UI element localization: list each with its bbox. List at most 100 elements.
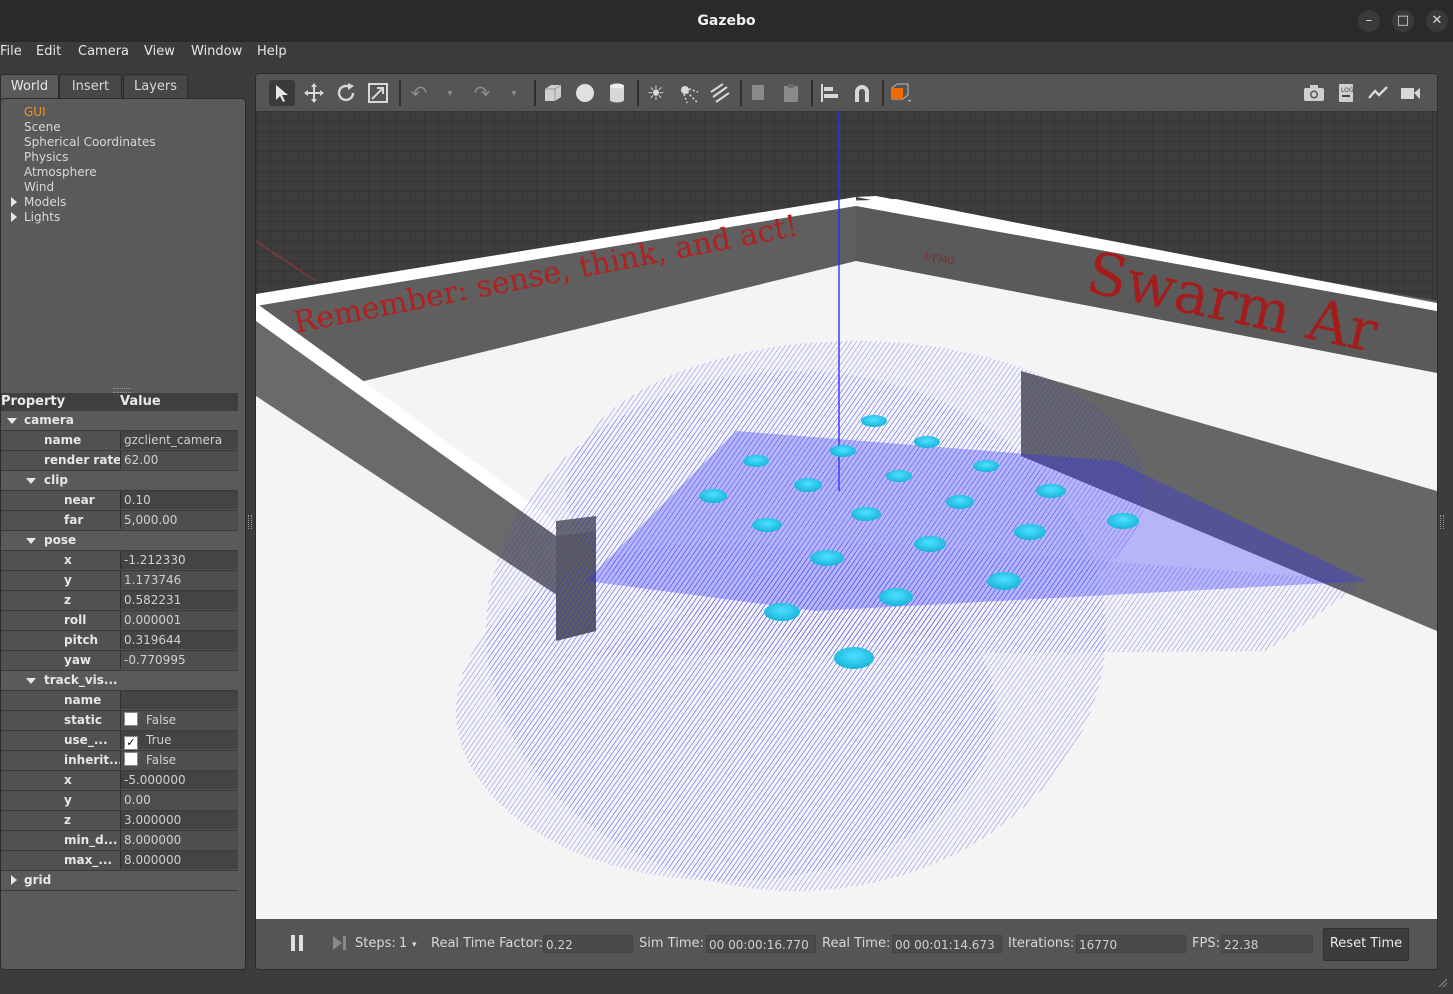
prop-key: render rate [44, 453, 122, 467]
collapse-arrow-icon[interactable] [26, 478, 36, 484]
translate-mode-icon[interactable] [301, 80, 327, 106]
steps-dropdown-icon[interactable]: ▾ [412, 940, 417, 950]
plot-icon[interactable] [1365, 80, 1391, 106]
menu-window[interactable]: Window [191, 44, 242, 59]
sim-time-value: 00 00:00:16.770 [706, 935, 816, 953]
menu-view[interactable]: View [144, 44, 175, 59]
collapse-arrow-icon[interactable] [26, 678, 36, 684]
box-shape-icon[interactable] [540, 80, 566, 106]
prop-value[interactable]: False [120, 711, 238, 729]
prop-value[interactable]: gzclient_camera [120, 431, 238, 449]
prop-value[interactable]: 0.319644 [120, 631, 238, 649]
align-icon[interactable] [817, 80, 843, 106]
inherit-checkbox[interactable] [124, 752, 138, 766]
close-icon[interactable]: ✕ [1426, 10, 1448, 32]
tree-item-atmosphere[interactable]: Atmosphere [24, 165, 156, 180]
prop-key: y [64, 573, 72, 587]
redo-dropdown-icon[interactable]: ▾ [501, 80, 527, 106]
step-forward-icon[interactable] [331, 935, 347, 951]
point-light-icon[interactable]: ☀ [643, 80, 669, 106]
directional-light-icon[interactable] [707, 80, 733, 106]
tree-item-scene[interactable]: Scene [24, 120, 156, 135]
prop-value[interactable]: 0.10 [120, 491, 238, 509]
log-icon[interactable]: LOG [1333, 80, 1359, 106]
prop-value[interactable]: 8.000000 [120, 831, 238, 849]
sphere-shape-icon[interactable] [572, 80, 598, 106]
expand-arrow-icon[interactable] [11, 197, 17, 207]
tree-item-models[interactable]: Models [11, 195, 156, 210]
panel-splitter-handle[interactable] [248, 515, 252, 529]
scene-toolbar: ↶ ▾ ↷ ▾ ☀ LOG [256, 74, 1437, 111]
menu-file[interactable]: File [0, 44, 22, 59]
reset-time-button[interactable]: Reset Time [1323, 928, 1409, 961]
cylinder-shape-icon[interactable] [604, 80, 630, 106]
menu-edit[interactable]: Edit [36, 44, 61, 59]
snap-magnet-icon[interactable] [849, 80, 875, 106]
tree-item-lights[interactable]: Lights [11, 210, 156, 225]
group-grid[interactable]: grid [1, 871, 238, 891]
toolbar-separator [534, 80, 536, 106]
use-checkbox[interactable]: ✓ [124, 736, 138, 750]
prop-value[interactable]: 3.000000 [120, 811, 238, 829]
prop-value[interactable] [120, 691, 238, 709]
group-label: camera [24, 413, 74, 427]
tab-world[interactable]: World [0, 74, 59, 100]
prop-key: inherit... [64, 753, 123, 767]
scale-mode-icon[interactable] [365, 80, 391, 106]
expand-arrow-icon[interactable] [11, 212, 17, 222]
steps-value[interactable]: 1 [399, 936, 407, 951]
static-checkbox[interactable] [124, 712, 138, 726]
tree-item-spherical-coordinates[interactable]: Spherical Coordinates [24, 135, 156, 150]
minimize-icon[interactable]: – [1358, 10, 1380, 32]
collapse-arrow-icon[interactable] [26, 538, 36, 544]
menu-camera[interactable]: Camera [78, 44, 129, 59]
property-header: Property Value [1, 393, 238, 411]
video-record-icon[interactable] [1397, 80, 1423, 106]
prop-key: near [64, 493, 95, 507]
tree-item-wind[interactable]: Wind [24, 180, 156, 195]
prop-value[interactable]: 0.00 [120, 791, 238, 809]
copy-icon[interactable] [746, 80, 772, 106]
paste-icon[interactable] [778, 80, 804, 106]
tab-layers[interactable]: Layers [123, 74, 188, 99]
redo-icon[interactable]: ↷ [469, 80, 495, 106]
prop-value[interactable]: -0.770995 [120, 651, 238, 669]
prop-row-track-x: x -5.000000 [1, 771, 238, 791]
tree-item-gui[interactable]: GUI [24, 105, 156, 120]
right-splitter-handle[interactable] [1440, 515, 1444, 529]
tab-insert[interactable]: Insert [59, 74, 122, 99]
prop-value[interactable]: 62.00 [120, 451, 238, 469]
prop-key: max_... [64, 853, 113, 867]
pause-icon[interactable] [291, 935, 305, 953]
scene-3d-view[interactable]: Remember: sense, think, and act! UFMG Sw… [256, 111, 1437, 919]
spot-light-icon[interactable] [675, 80, 701, 106]
resize-grip-icon[interactable] [1436, 976, 1448, 988]
property-table: Property Value camera name gzclient_came… [1, 393, 238, 891]
prop-value[interactable]: 0.582231 [120, 591, 238, 609]
maximize-icon[interactable]: □ [1392, 10, 1414, 32]
prop-row-z: z 0.582231 [1, 591, 238, 611]
undo-icon[interactable]: ↶ [406, 80, 432, 106]
group-track-visual[interactable]: track_vis... [1, 671, 238, 691]
prop-value[interactable]: 1.173746 [120, 571, 238, 589]
prop-value[interactable]: 8.000000 [120, 851, 238, 869]
group-clip[interactable]: clip [1, 471, 238, 491]
rotate-mode-icon[interactable] [333, 80, 359, 106]
screenshot-camera-icon[interactable] [1301, 80, 1327, 106]
group-camera[interactable]: camera [1, 411, 238, 431]
undo-dropdown-icon[interactable]: ▾ [437, 80, 463, 106]
prop-value[interactable]: -5.000000 [120, 771, 238, 789]
prop-value[interactable]: 0.000001 [120, 611, 238, 629]
expand-arrow-icon[interactable] [11, 875, 17, 885]
menu-help[interactable]: Help [257, 44, 287, 59]
prop-value[interactable]: -1.212330 [120, 551, 238, 569]
tree-item-physics[interactable]: Physics [24, 150, 156, 165]
prop-value[interactable]: 5,000.00 [120, 511, 238, 529]
prop-value[interactable]: ✓ True [120, 731, 238, 750]
prop-row-min-dist: min_d... 8.000000 [1, 831, 238, 851]
prop-value[interactable]: False [120, 751, 238, 769]
select-mode-icon[interactable] [269, 80, 295, 106]
collapse-arrow-icon[interactable] [7, 418, 17, 424]
view-angle-icon[interactable] [888, 80, 914, 106]
group-pose[interactable]: pose [1, 531, 238, 551]
